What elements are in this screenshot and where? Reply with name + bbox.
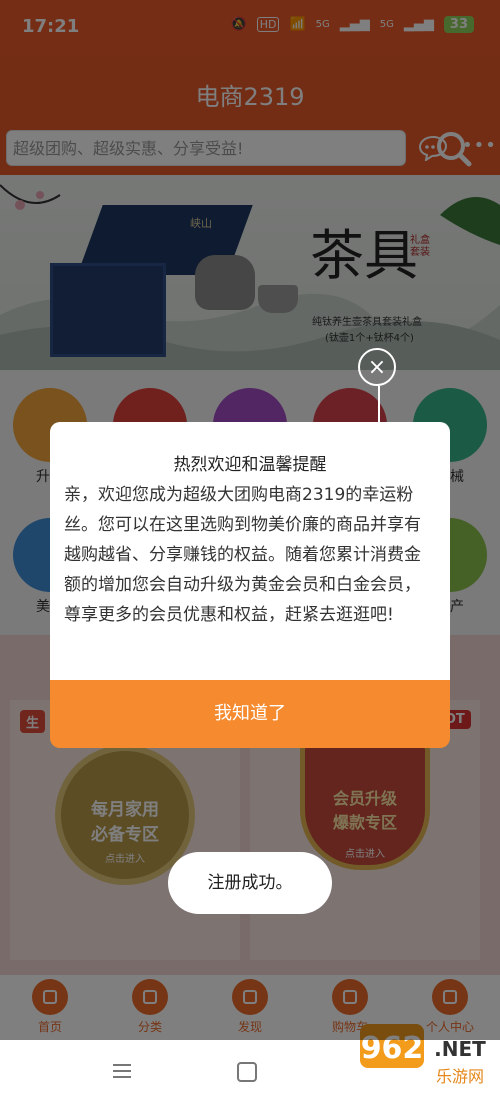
close-connector — [378, 386, 380, 422]
acknowledge-button[interactable]: 我知道了 — [50, 680, 450, 748]
dialog-title: 热烈欢迎和温馨提醒 — [173, 455, 327, 475]
menu-icon[interactable] — [112, 1062, 132, 1084]
dialog-body: 亲，欢迎您成为超级大团购电商2319的幸运粉丝。您可以在这里选购到物美价廉的商品… — [64, 485, 421, 625]
toast-message: 注册成功。 — [168, 852, 332, 914]
svg-text:乐游网: 乐游网 — [436, 1067, 484, 1086]
close-button[interactable]: × — [358, 348, 396, 386]
svg-text:.NET: .NET — [434, 1037, 486, 1061]
welcome-dialog: 热烈欢迎和温馨提醒 亲，欢迎您成为超级大团购电商2319的幸运粉丝。您可以在这里… — [50, 422, 450, 680]
home-button-icon[interactable] — [237, 1062, 257, 1082]
